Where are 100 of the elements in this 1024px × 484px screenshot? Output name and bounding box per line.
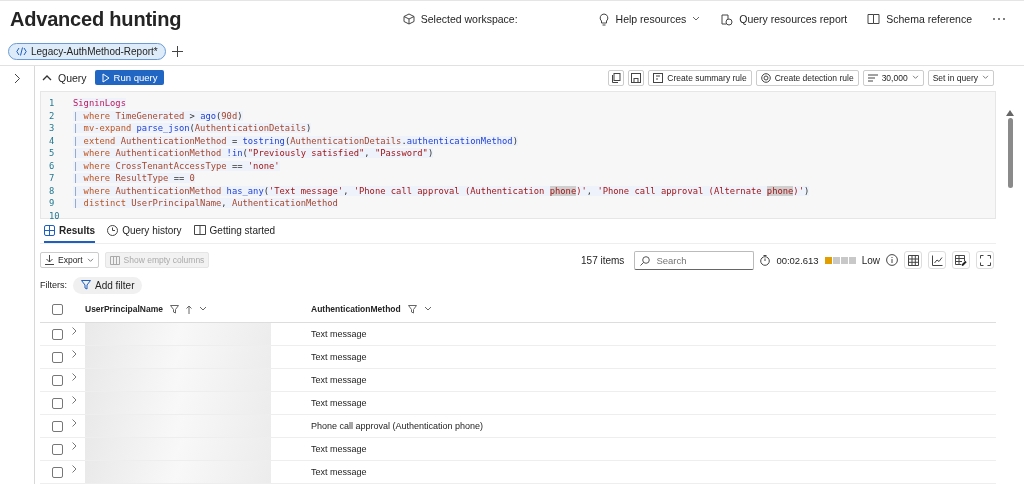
chevron-right-icon[interactable] bbox=[71, 350, 77, 358]
scroll-up-icon[interactable] bbox=[1006, 110, 1014, 116]
clock-icon bbox=[107, 224, 119, 236]
plus-icon bbox=[171, 45, 183, 57]
query-duration: 00:02.613 bbox=[776, 254, 819, 266]
row-checkbox[interactable] bbox=[52, 420, 63, 432]
limit-dropdown[interactable]: 30,000 bbox=[862, 69, 924, 86]
line-number: 9 bbox=[48, 198, 56, 209]
time-range-dropdown[interactable]: Set in query bbox=[927, 69, 994, 86]
add-filter-button[interactable]: Add filter bbox=[73, 276, 143, 294]
cube-icon bbox=[402, 13, 415, 25]
table-cell: Text message bbox=[311, 444, 367, 454]
column-header[interactable]: UserPrincipalName bbox=[85, 304, 163, 314]
chevron-up-icon bbox=[42, 74, 52, 81]
fullscreen-icon bbox=[979, 254, 991, 266]
code-editor[interactable] bbox=[40, 91, 996, 219]
line-number: 3 bbox=[48, 123, 56, 134]
row-checkbox[interactable] bbox=[52, 466, 63, 478]
chevron-down-icon bbox=[86, 257, 94, 263]
row-checkbox[interactable] bbox=[52, 397, 63, 409]
run-query-button[interactable]: Run query bbox=[94, 70, 165, 85]
row-checkbox[interactable] bbox=[52, 374, 63, 386]
search-field[interactable]: Search bbox=[634, 250, 755, 270]
fullscreen-button[interactable] bbox=[976, 251, 994, 269]
line-number: 10 bbox=[48, 210, 61, 221]
info-icon bbox=[886, 254, 898, 266]
copy-icon bbox=[611, 72, 621, 83]
filters-label: Filters: bbox=[40, 280, 67, 290]
chevron-down-icon[interactable] bbox=[198, 306, 207, 312]
chevron-right-icon[interactable] bbox=[71, 442, 77, 450]
query-tab[interactable]: Legacy-AuthMethod-Report* bbox=[8, 42, 166, 60]
save-icon bbox=[631, 72, 642, 83]
header-action[interactable]: Help resources bbox=[597, 12, 701, 26]
code-icon bbox=[16, 46, 27, 56]
table-cell: Text message bbox=[311, 398, 367, 408]
chart-icon bbox=[931, 254, 943, 266]
row-checkbox[interactable] bbox=[52, 328, 63, 340]
chevron-right-icon[interactable] bbox=[71, 373, 77, 381]
collapse-button[interactable] bbox=[40, 74, 54, 81]
report-icon bbox=[720, 12, 734, 26]
lines-icon bbox=[867, 73, 878, 82]
chevron-down-icon bbox=[911, 75, 919, 80]
copy-button[interactable] bbox=[608, 69, 625, 86]
column-header[interactable]: AuthenticationMethod bbox=[311, 304, 401, 314]
chart-view-button[interactable] bbox=[928, 251, 946, 269]
sort-up-icon[interactable] bbox=[185, 304, 192, 314]
columns-icon bbox=[109, 255, 120, 265]
create-summary-rule-button[interactable]: Create summary rule bbox=[648, 69, 752, 86]
edit-table-button[interactable] bbox=[952, 251, 970, 269]
line-number: 1 bbox=[48, 98, 56, 109]
chevron-right-icon[interactable] bbox=[71, 419, 77, 427]
chevron-right-icon[interactable] bbox=[71, 396, 77, 404]
results-tab[interactable]: Query history bbox=[107, 219, 182, 243]
filter-icon[interactable] bbox=[407, 304, 417, 314]
line-number: 8 bbox=[48, 185, 56, 196]
chevron-down-icon bbox=[692, 16, 701, 22]
table-edit-icon bbox=[955, 254, 967, 266]
table-cell: Text message bbox=[311, 329, 367, 339]
export-button[interactable]: Export bbox=[40, 252, 99, 268]
filter-icon[interactable] bbox=[169, 304, 179, 314]
line-number: 6 bbox=[48, 160, 56, 171]
expand-button[interactable] bbox=[13, 72, 21, 84]
lightbulb-icon bbox=[597, 12, 610, 26]
add-tab-button[interactable] bbox=[171, 45, 183, 57]
chevron-down-icon[interactable] bbox=[423, 306, 432, 312]
header-action[interactable]: Query resources report bbox=[720, 12, 848, 26]
table-cell: Text message bbox=[311, 375, 367, 385]
scrollbar-thumb[interactable] bbox=[1007, 118, 1013, 188]
more-button[interactable] bbox=[992, 17, 1006, 21]
table-icon bbox=[907, 254, 919, 266]
results-tab[interactable]: Getting started bbox=[193, 219, 276, 243]
table-cell: Text message bbox=[311, 352, 367, 362]
chevron-down-icon bbox=[982, 75, 989, 80]
row-checkbox[interactable] bbox=[52, 443, 63, 455]
download-icon bbox=[45, 255, 54, 265]
chevron-right-icon[interactable] bbox=[71, 465, 77, 473]
table-view-button[interactable] bbox=[904, 251, 922, 269]
table-cell: Phone call approval (Authentication phone) bbox=[311, 421, 484, 431]
header-action[interactable]: Schema reference bbox=[867, 13, 972, 25]
play-icon bbox=[101, 72, 110, 83]
grid-icon bbox=[44, 224, 55, 236]
usage-level: Low bbox=[861, 254, 880, 266]
chevron-right-icon[interactable] bbox=[71, 327, 77, 335]
results-tab[interactable]: Results bbox=[44, 219, 96, 243]
header-action[interactable]: Selected workspace: bbox=[402, 13, 518, 25]
book-icon bbox=[193, 225, 206, 235]
book-icon bbox=[867, 13, 881, 25]
page-title: Advanced hunting bbox=[10, 7, 182, 31]
line-number: 4 bbox=[48, 135, 56, 146]
query-label: Query bbox=[58, 71, 87, 84]
select-all-checkbox[interactable] bbox=[52, 303, 63, 315]
create-detection-rule-button[interactable]: Create detection rule bbox=[755, 69, 859, 86]
row-checkbox[interactable] bbox=[52, 351, 63, 363]
item-count: 157 items bbox=[581, 254, 625, 266]
line-number: 7 bbox=[48, 173, 56, 184]
line-number: 5 bbox=[48, 148, 56, 159]
line-number: 2 bbox=[48, 110, 56, 121]
save-button[interactable] bbox=[628, 69, 645, 86]
filter-add-icon bbox=[81, 280, 91, 290]
chevron-right-icon bbox=[13, 72, 21, 84]
